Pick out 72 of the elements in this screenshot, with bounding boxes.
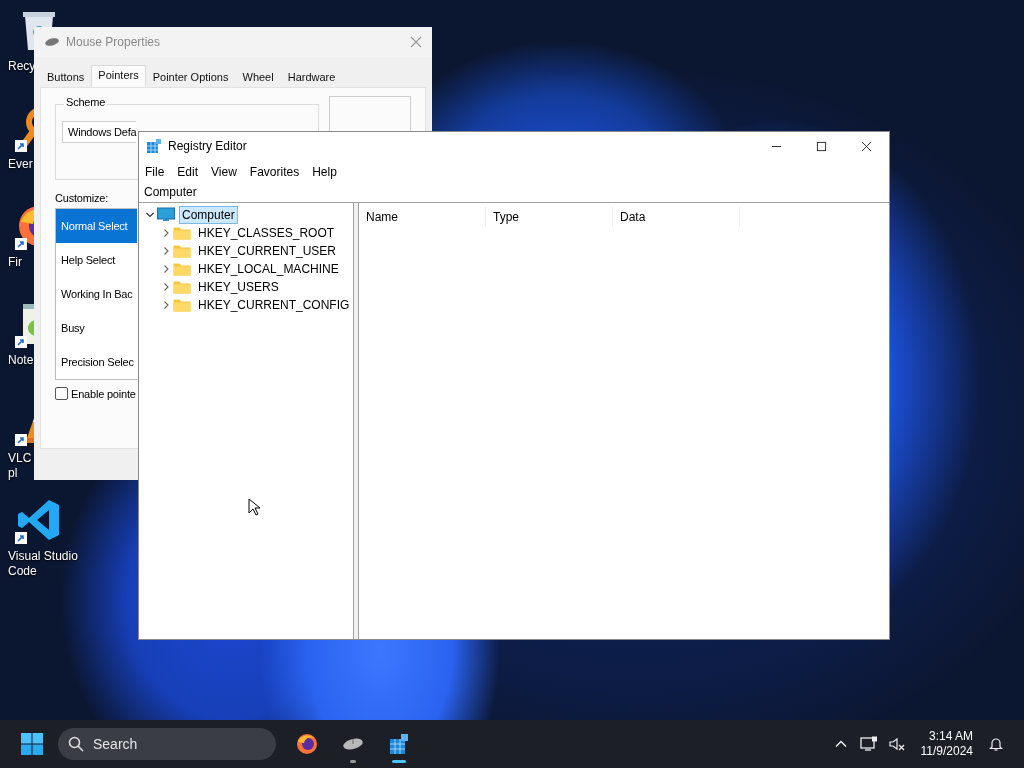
desktop-icon-label[interactable]: Fir [0, 255, 22, 270]
shortcut-arrow-icon [15, 434, 27, 446]
chevron-right-icon[interactable] [161, 246, 171, 256]
chevron-down-icon[interactable] [145, 210, 155, 220]
scheme-dropdown[interactable]: Windows Defa [62, 121, 136, 143]
running-indicator [392, 760, 406, 763]
tab[interactable]: Hardware [280, 68, 343, 87]
monitor-icon [157, 207, 175, 223]
bell-icon[interactable] [987, 736, 1005, 752]
clock-date[interactable]: 11/9/2024 [920, 744, 973, 759]
close-icon[interactable] [861, 140, 872, 152]
desktop-icon-label[interactable]: Ever [0, 157, 33, 172]
clock-time[interactable]: 3:14 AM [928, 729, 973, 744]
list-item[interactable]: Help Select [56, 243, 137, 277]
menu-item[interactable]: Edit [177, 164, 199, 179]
shortcut-arrow-icon [15, 238, 27, 250]
desktop-icon-label[interactable]: VLC pl [0, 451, 32, 481]
menu-item[interactable]: File [145, 164, 165, 179]
folder-icon [173, 261, 191, 277]
list-item[interactable]: Working In Bac [56, 277, 137, 311]
tree-item[interactable]: Computer [179, 206, 238, 224]
mouse-icon [44, 37, 60, 47]
start-icon[interactable] [20, 732, 44, 756]
list-item[interactable]: Normal Select [56, 209, 137, 243]
tree-item[interactable]: HKEY_USERS [195, 278, 282, 296]
menu-item[interactable]: Help [312, 164, 337, 179]
search-field[interactable]: Search [58, 728, 276, 760]
chevron-right-icon[interactable] [161, 228, 171, 238]
tree-item[interactable]: HKEY_CURRENT_CONFIG [195, 296, 353, 314]
cursor-icon [248, 498, 260, 516]
desktop-icon-label[interactable]: Recy [0, 59, 36, 74]
desktop-icon-label[interactable]: Visual Studio Code [0, 549, 78, 579]
chevron-right-icon[interactable] [161, 300, 171, 310]
chevron-right-icon[interactable] [161, 282, 171, 292]
firefox-icon [295, 732, 319, 756]
search-icon [68, 736, 84, 752]
window-title: Registry Editor [168, 139, 247, 153]
tab[interactable]: Pointer Options [145, 68, 236, 87]
column-header[interactable]: Type [486, 207, 613, 227]
folder-icon [173, 297, 191, 313]
checkbox-label[interactable]: Enable pointe [71, 387, 136, 400]
list-item[interactable]: Precision Selec [56, 345, 137, 379]
address-bar[interactable]: Computer [139, 183, 889, 203]
menu-item[interactable]: View [211, 164, 237, 179]
menu-item[interactable]: Favorites [249, 164, 300, 179]
maximize-icon[interactable] [816, 140, 827, 152]
folder-icon [173, 225, 191, 241]
tab[interactable]: Buttons [40, 68, 92, 87]
registry-icon [146, 138, 162, 154]
chevron-right-icon[interactable] [161, 264, 171, 274]
desktop-icon-label[interactable]: Note [0, 353, 34, 368]
tree-item[interactable]: HKEY_CLASSES_ROOT [195, 224, 338, 242]
checkbox[interactable] [55, 387, 68, 400]
monitor-icon[interactable] [859, 736, 878, 752]
list-item[interactable]: Busy [56, 311, 137, 345]
tab[interactable]: Pointers [91, 65, 146, 87]
column-header[interactable]: Name [359, 207, 486, 227]
speaker-muted-icon[interactable] [887, 736, 906, 752]
window-title: Mouse Properties [66, 35, 161, 49]
running-indicator [350, 760, 356, 763]
column-header[interactable]: Data [613, 207, 740, 227]
folder-icon [173, 279, 191, 295]
tree-item[interactable]: HKEY_LOCAL_MACHINE [195, 260, 342, 278]
shortcut-arrow-icon [15, 336, 27, 348]
shortcut-arrow-icon [15, 140, 27, 152]
registry-icon [387, 732, 411, 756]
tree-item[interactable]: HKEY_CURRENT_USER [195, 242, 340, 260]
tab[interactable]: Wheel [235, 68, 281, 87]
customize-label: Customize: [55, 192, 109, 204]
shortcut-arrow-icon [15, 532, 27, 544]
group-label: Scheme [64, 96, 108, 108]
folder-icon [173, 243, 191, 259]
